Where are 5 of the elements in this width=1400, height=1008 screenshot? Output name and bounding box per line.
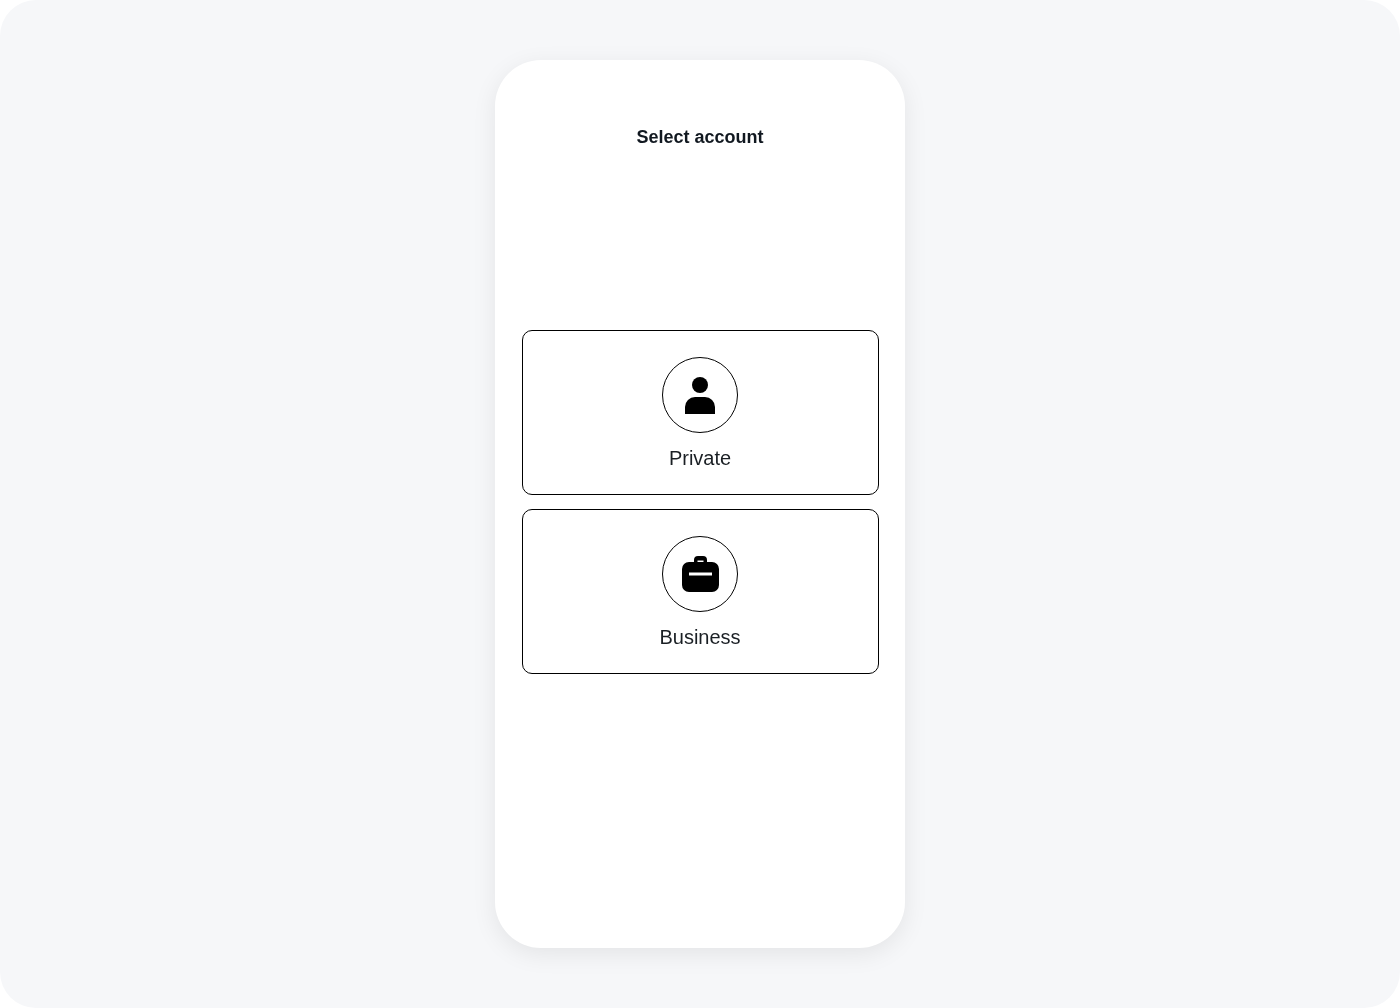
person-icon bbox=[685, 376, 715, 414]
account-option[interactable]: Private bbox=[521, 330, 879, 495]
briefcase-icon bbox=[681, 556, 719, 592]
screen-title: Select account bbox=[636, 127, 764, 148]
account-option[interactable]: Business bbox=[521, 509, 879, 674]
